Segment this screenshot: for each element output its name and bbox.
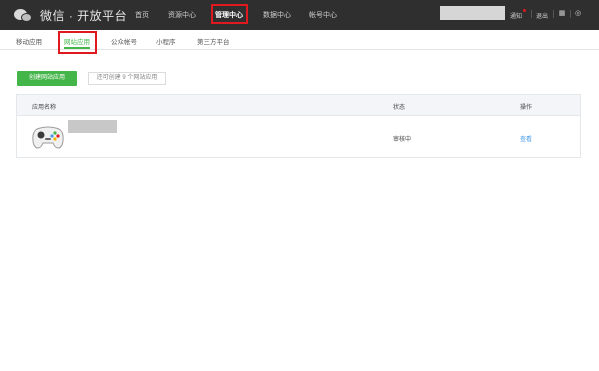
- notifications-link[interactable]: 通知: [510, 11, 522, 20]
- notification-dot: [523, 9, 526, 12]
- logout-link[interactable]: 退出: [536, 11, 548, 20]
- nav-data-center[interactable]: 数据中心: [263, 10, 291, 20]
- divider: [553, 10, 554, 18]
- top-navigation-bar: 微信 · 开放平台 首页 资源中心 管理中心 数据中心 帐号中心 通知 退出 ▦…: [0, 0, 599, 30]
- divider: [570, 10, 571, 18]
- create-website-app-button[interactable]: 创建网站应用: [17, 71, 77, 86]
- user-account-redacted[interactable]: [440, 6, 505, 20]
- column-header-status: 状态: [393, 105, 406, 111]
- table-header: 应用名称 状态 操作: [17, 95, 580, 116]
- app-status: 审核中: [393, 137, 412, 143]
- apps-table: 应用名称 状态 操作 审核中 查看: [16, 94, 581, 158]
- column-header-name: 应用名称: [32, 105, 57, 111]
- settings-icon[interactable]: ◎: [574, 10, 582, 18]
- nav-resource-center[interactable]: 资源中心: [168, 10, 196, 20]
- nav-home[interactable]: 首页: [135, 10, 149, 20]
- brand-title: 微信 · 开放平台: [40, 8, 128, 23]
- tab-mini-programs[interactable]: 小程序: [156, 36, 176, 46]
- qrcode-icon[interactable]: ▦: [558, 10, 566, 18]
- brand[interactable]: 微信 · 开放平台: [14, 6, 127, 24]
- remaining-quota-label: 还可创建 9 个网站应用: [88, 72, 166, 85]
- tab-mobile-apps[interactable]: 移动应用: [16, 36, 42, 46]
- wechat-logo-icon: [14, 7, 34, 23]
- tab-highlight-box: [58, 31, 97, 54]
- tab-official-accounts[interactable]: 公众帐号: [111, 36, 137, 46]
- column-header-action: 操作: [520, 105, 533, 111]
- tab-third-party-platform[interactable]: 第三方平台: [197, 36, 230, 46]
- app-name-redacted: [68, 120, 117, 133]
- table-row: 审核中 查看: [17, 116, 580, 157]
- nav-account-center[interactable]: 帐号中心: [309, 10, 337, 20]
- divider: [531, 10, 532, 18]
- view-app-link[interactable]: 查看: [520, 134, 532, 143]
- gamepad-icon: [32, 126, 64, 149]
- nav-highlight-box: [211, 4, 248, 24]
